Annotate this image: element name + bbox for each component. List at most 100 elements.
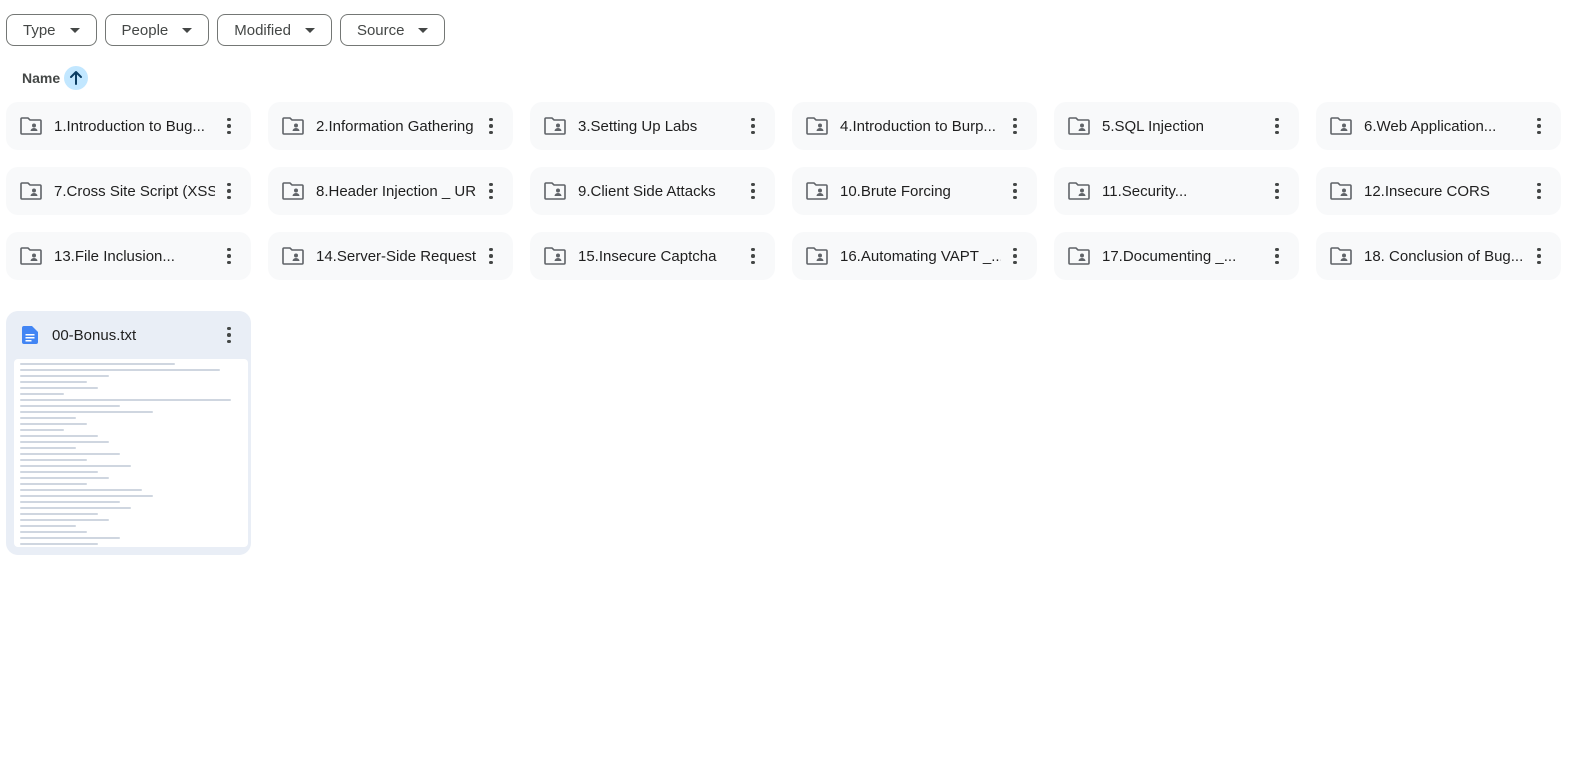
thumbnail-text-line xyxy=(20,543,98,545)
more-options-button[interactable] xyxy=(215,321,243,349)
folder-name: 6.Web Application... xyxy=(1364,117,1497,135)
folder-name: 10.Brute Forcing xyxy=(840,182,951,200)
folder-tile[interactable]: 9.Client Side Attacks xyxy=(530,167,775,215)
thumbnail-text-line xyxy=(20,459,87,461)
thumbnail-text-line xyxy=(20,405,120,407)
folder-tile[interactable]: 13.File Inclusion... xyxy=(6,232,251,280)
chevron-down-icon xyxy=(69,27,80,33)
folder-tile[interactable]: 3.Setting Up Labs xyxy=(530,102,775,150)
thumbnail-text-line xyxy=(20,423,87,425)
shared-folder-icon xyxy=(806,247,828,265)
chevron-down-icon xyxy=(304,27,315,33)
folder-name: 13.File Inclusion... xyxy=(54,247,175,265)
shared-folder-icon xyxy=(806,117,828,135)
shared-folder-icon xyxy=(544,247,566,265)
shared-folder-icon xyxy=(282,182,304,200)
more-options-button[interactable] xyxy=(1263,242,1291,270)
thumbnail-text-line xyxy=(20,531,87,533)
filter-source-chip[interactable]: Source xyxy=(339,14,446,46)
folder-tile[interactable]: 11.Security... xyxy=(1054,167,1299,215)
folder-tile[interactable]: 7.Cross Site Script (XSS) xyxy=(6,167,251,215)
shared-folder-icon xyxy=(20,182,42,200)
sort-direction-button[interactable] xyxy=(64,66,89,90)
thumbnail-text-line xyxy=(20,519,109,521)
thumbnail-text-line xyxy=(20,387,98,389)
thumbnail-text-line xyxy=(20,363,176,365)
filter-type-chip[interactable]: Type xyxy=(6,14,97,46)
chevron-down-icon xyxy=(182,27,193,33)
folder-tile[interactable]: 14.Server-Side Request... xyxy=(268,232,513,280)
shared-folder-icon xyxy=(1068,247,1090,265)
chevron-down-icon xyxy=(418,27,429,33)
shared-folder-icon xyxy=(282,117,304,135)
thumbnail-text-line xyxy=(20,369,220,371)
folder-tile[interactable]: 16.Automating VAPT _... xyxy=(792,232,1037,280)
more-options-button[interactable] xyxy=(215,177,243,205)
folder-name: 4.Introduction to Burp... xyxy=(840,117,996,135)
folder-tile[interactable]: 18. Conclusion of Bug... xyxy=(1316,232,1561,280)
filter-type-label: Type xyxy=(23,21,56,39)
thumbnail-text-line xyxy=(20,465,131,467)
folder-tile[interactable]: 2.Information Gathering xyxy=(268,102,513,150)
file-name: 00-Bonus.txt xyxy=(52,326,137,344)
shared-folder-icon xyxy=(1330,117,1352,135)
folder-tile[interactable]: 1.Introduction to Bug... xyxy=(6,102,251,150)
more-options-button[interactable] xyxy=(215,242,243,270)
folder-name: 14.Server-Side Request... xyxy=(316,247,477,265)
more-options-button[interactable] xyxy=(1263,177,1291,205)
thumbnail-text-line xyxy=(20,417,76,419)
thumbnail-text-line xyxy=(20,471,98,473)
thumbnail-text-line xyxy=(20,501,120,503)
folder-tile[interactable]: 15.Insecure Captcha xyxy=(530,232,775,280)
folder-tile[interactable]: 12.Insecure CORS xyxy=(1316,167,1561,215)
thumbnail-text-line xyxy=(20,393,65,395)
shared-folder-icon xyxy=(282,247,304,265)
more-options-button[interactable] xyxy=(477,112,505,140)
folder-tile[interactable]: 8.Header Injection _ UR... xyxy=(268,167,513,215)
thumbnail-text-line xyxy=(20,513,98,515)
folder-name: 11.Security... xyxy=(1102,182,1188,200)
more-options-button[interactable] xyxy=(739,242,767,270)
filter-modified-chip[interactable]: Modified xyxy=(217,14,332,46)
thumbnail-text-line xyxy=(20,411,154,413)
more-options-button[interactable] xyxy=(739,112,767,140)
more-options-button[interactable] xyxy=(1001,177,1029,205)
more-options-button[interactable] xyxy=(477,242,505,270)
folder-name: 5.SQL Injection xyxy=(1102,117,1205,135)
more-options-button[interactable] xyxy=(1525,177,1553,205)
thumbnail-text-line xyxy=(20,489,143,491)
filter-chips: Type People Modified Source xyxy=(6,14,446,46)
more-options-button[interactable] xyxy=(215,112,243,140)
folder-name: 2.Information Gathering xyxy=(316,117,474,135)
folder-grid: 1.Introduction to Bug... 2.Information Ga… xyxy=(6,102,1572,280)
file-card[interactable]: 00-Bonus.txt xyxy=(6,311,251,555)
shared-folder-icon xyxy=(1330,247,1352,265)
folder-name: 9.Client Side Attacks xyxy=(578,182,716,200)
folder-tile[interactable]: 5.SQL Injection xyxy=(1054,102,1299,150)
thumbnail-text-line xyxy=(20,525,76,527)
folder-name: 12.Insecure CORS xyxy=(1364,182,1490,200)
thumbnail-text-line xyxy=(20,429,65,431)
sort-name-label[interactable]: Name xyxy=(22,70,60,86)
more-options-button[interactable] xyxy=(1001,242,1029,270)
shared-folder-icon xyxy=(1068,117,1090,135)
shared-folder-icon xyxy=(1330,182,1352,200)
thumbnail-text-line xyxy=(20,399,231,401)
folder-name: 17.Documenting _... xyxy=(1102,247,1237,265)
sort-header: Name xyxy=(22,66,89,90)
folder-tile[interactable]: 6.Web Application... xyxy=(1316,102,1561,150)
more-options-button[interactable] xyxy=(1525,112,1553,140)
folder-tile[interactable]: 10.Brute Forcing xyxy=(792,167,1037,215)
thumbnail-text-line xyxy=(20,507,131,509)
more-options-button[interactable] xyxy=(1001,112,1029,140)
more-options-button[interactable] xyxy=(477,177,505,205)
more-options-button[interactable] xyxy=(739,177,767,205)
more-options-button[interactable] xyxy=(1525,242,1553,270)
folder-name: 18. Conclusion of Bug... xyxy=(1364,247,1524,265)
more-options-button[interactable] xyxy=(1263,112,1291,140)
folder-tile[interactable]: 17.Documenting _... xyxy=(1054,232,1299,280)
thumbnail-text-line xyxy=(20,477,109,479)
folder-tile[interactable]: 4.Introduction to Burp... xyxy=(792,102,1037,150)
filter-people-chip[interactable]: People xyxy=(104,14,210,46)
filter-source-label: Source xyxy=(356,21,405,39)
